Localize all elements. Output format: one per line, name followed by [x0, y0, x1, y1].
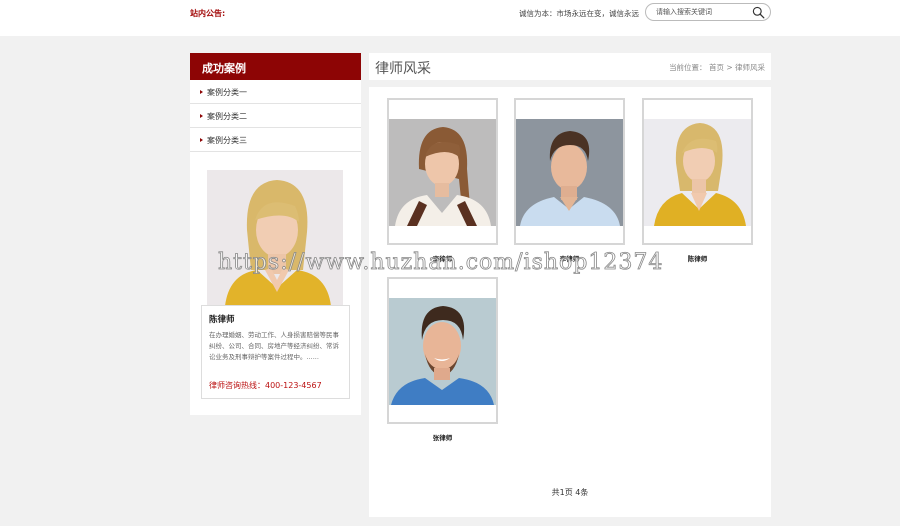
lawyer-grid: 李律师 李律师 陈律师 张律师 共1页 4条 — [369, 87, 771, 517]
sidebar-item-category-2[interactable]: 案例分类二 — [190, 104, 361, 128]
lawyer-card[interactable] — [387, 277, 498, 424]
arrow-right-icon — [200, 90, 203, 94]
slogan-text: 诚信为本：市场永远在变，诚信永远 — [519, 9, 639, 18]
sidebar: 成功案例 案例分类一 案例分类二 案例分类三 陈律师 在办理婚姻、劳动工作、人身… — [190, 53, 361, 415]
sidebar-item-category-3[interactable]: 案例分类三 — [190, 128, 361, 152]
featured-lawyer-description: 在办理婚姻、劳动工作、人身损害赔偿等民事纠纷、公司、合同、房地产等经济纠纷、常诉… — [209, 331, 339, 361]
lawyer-name: 张律师 — [432, 434, 453, 442]
lawyer-card[interactable] — [514, 98, 625, 245]
lawyer-photo[interactable] — [644, 119, 751, 226]
featured-lawyer-card[interactable]: 陈律师 在办理婚姻、劳动工作、人身损害赔偿等民事纠纷、公司、合同、房地产等经济纠… — [201, 305, 350, 399]
hotline-text: 律师咨询热线：400-123-4567 — [209, 381, 322, 390]
featured-lawyer-name: 陈律师 — [209, 315, 235, 325]
top-bar: 站内公告: 诚信为本：市场永远在变，诚信永远 — [0, 0, 900, 36]
lawyer-card[interactable] — [642, 98, 753, 245]
search-input[interactable] — [656, 6, 746, 18]
watermark-text: https://www.huzhan.com/ishop12374 — [218, 250, 664, 276]
site-notice-label: 站内公告: — [190, 9, 226, 18]
sidebar-item-label: 案例分类二 — [207, 112, 247, 121]
lawyer-photo[interactable] — [389, 298, 496, 405]
sidebar-item-label: 案例分类一 — [207, 88, 247, 97]
sidebar-title: 成功案例 — [190, 53, 361, 80]
arrow-right-icon — [200, 114, 203, 118]
search-icon[interactable] — [752, 6, 765, 19]
sidebar-item-label: 案例分类三 — [207, 136, 247, 145]
featured-lawyer-photo[interactable] — [207, 170, 343, 306]
content-header: 律师风采 当前位置： 首页 > 律师风采 — [369, 53, 771, 80]
pagination-summary: 共1页 4条 — [551, 488, 589, 497]
sidebar-item-category-1[interactable]: 案例分类一 — [190, 80, 361, 104]
lawyer-photo[interactable] — [516, 119, 623, 226]
breadcrumb: 当前位置： 首页 > 律师风采 — [669, 63, 765, 72]
lawyer-photo[interactable] — [389, 119, 496, 226]
search-box — [645, 3, 771, 21]
arrow-right-icon — [200, 138, 203, 142]
page-title: 律师风采 — [375, 61, 431, 77]
lawyer-card[interactable] — [387, 98, 498, 245]
